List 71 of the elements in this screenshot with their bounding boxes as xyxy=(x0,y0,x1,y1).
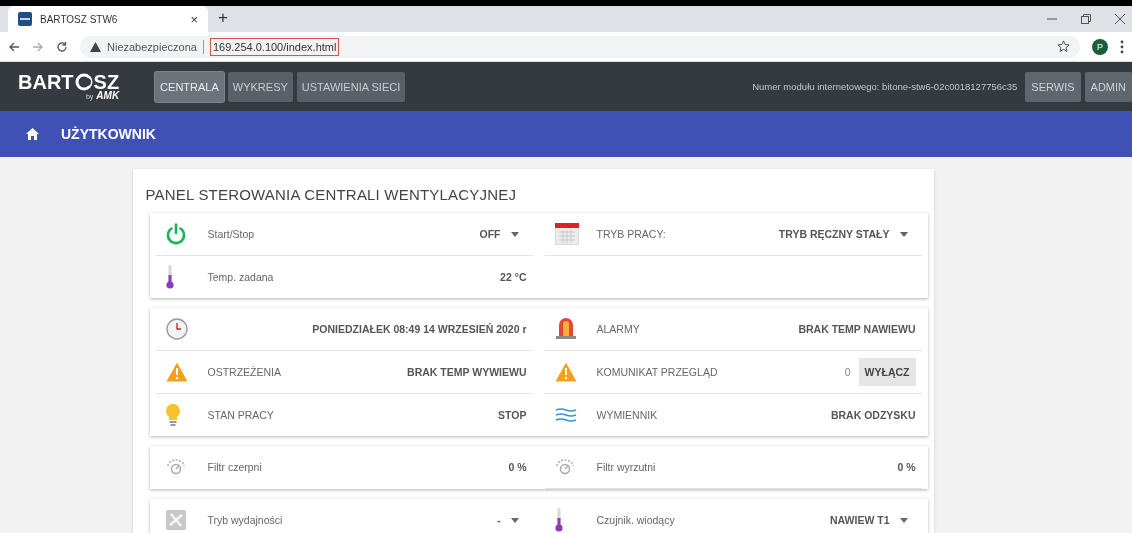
tab-close-button[interactable]: × xyxy=(190,11,198,27)
field-label: Start/Stop xyxy=(207,228,255,240)
filter-icon xyxy=(165,459,186,475)
field-label: Filtr wyrzutni xyxy=(596,461,656,473)
value-text: 0 % xyxy=(897,461,916,473)
more-icon[interactable] xyxy=(1120,39,1124,54)
field-label: Filtr czerpni xyxy=(207,461,262,473)
power-icon xyxy=(165,223,186,245)
thermometer-icon xyxy=(165,265,174,289)
security-label: Niezabezpieczona xyxy=(107,40,197,53)
value-text: BRAK ODZYSKU xyxy=(830,409,916,421)
thermometer-icon xyxy=(554,508,563,532)
counter-text: 0 xyxy=(844,366,851,378)
value-text: PONIEDZIAŁEK 08:49 14 WRZESIEŃ 2020 r xyxy=(312,323,527,335)
back-icon[interactable] xyxy=(8,40,20,53)
field-label: OSTRZEŻENIA xyxy=(207,366,281,378)
field-label: Temp. zadana xyxy=(207,271,274,283)
value-text: 0 % xyxy=(508,461,527,473)
value-text: BRAK TEMP WYWIEWU xyxy=(407,366,527,378)
nav-tab[interactable]: CENTRALA xyxy=(155,71,224,102)
panel-title: PANEL STEROWANIA CENTRALI WENTYLACYJNEJ xyxy=(144,185,518,203)
field-label: STAN PRACY xyxy=(207,409,274,421)
favicon-icon xyxy=(18,12,32,26)
value-dropdown[interactable]: OFF xyxy=(479,228,527,240)
logo-text: SZ xyxy=(93,72,120,92)
field-label: WYMIENNIK xyxy=(596,409,658,421)
value-dropdown[interactable]: - xyxy=(497,514,527,526)
value-dropdown[interactable]: NAWIEW T1 xyxy=(830,514,916,526)
caret-icon xyxy=(899,517,908,523)
warning-icon xyxy=(554,362,577,382)
alarm-light-icon xyxy=(554,318,577,340)
tab-title: BARTOSZ STW6 xyxy=(40,13,119,25)
browser-tab[interactable]: BARTOSZ STW6 × xyxy=(8,6,208,32)
url-text: 169.254.0.100/index.html xyxy=(209,37,340,56)
turn-off-button[interactable]: WYŁĄCZ xyxy=(858,358,916,386)
swirl-logo-icon xyxy=(74,73,93,91)
value-dropdown[interactable]: TRYB RĘCZNY STAŁY xyxy=(778,228,916,240)
warning-icon xyxy=(165,362,188,382)
caret-icon xyxy=(510,231,519,237)
field-label: Czujnik. wiodący xyxy=(596,514,675,526)
nav-tab[interactable]: WYKRESY xyxy=(227,71,293,102)
new-tab-button[interactable]: + xyxy=(218,8,228,28)
field-label: ALARMY xyxy=(596,323,640,335)
close-icon[interactable] xyxy=(1114,13,1126,25)
reload-icon[interactable] xyxy=(56,40,68,53)
light-bulb-icon xyxy=(165,404,180,426)
caret-icon xyxy=(899,231,908,237)
address-bar[interactable]: Niezabezpieczona 169.254.0.100/index.html xyxy=(80,35,1080,58)
home-icon[interactable] xyxy=(26,128,39,140)
calendar-icon xyxy=(554,223,579,245)
nav-button[interactable]: SERWIS xyxy=(1025,71,1081,102)
star-icon[interactable] xyxy=(1057,40,1070,53)
restore-icon[interactable] xyxy=(1080,13,1092,25)
logo-text: BART xyxy=(18,72,74,92)
waves-icon xyxy=(554,408,577,422)
caret-icon xyxy=(510,517,519,523)
field-label: KOMUNIKAT PRZEGLĄD xyxy=(596,366,718,378)
nav-tab[interactable]: USTAWIENIA SIECI xyxy=(296,71,406,102)
clock-icon xyxy=(165,318,188,340)
brand-text: AMK xyxy=(96,90,120,101)
value-text: BRAK TEMP NAWIEWU xyxy=(798,323,916,335)
field-label: TRYB PRACY: xyxy=(596,228,666,240)
module-number-text: Numer modułu internetowego: bitone-stw6-02c0018127756c35 xyxy=(752,81,1018,92)
value-text: 22 °C xyxy=(500,271,527,283)
nav-button[interactable]: ADMIN xyxy=(1084,71,1132,102)
filter-icon xyxy=(554,459,575,475)
warning-icon xyxy=(90,41,101,52)
field-label: Tryb wydajności xyxy=(207,514,283,526)
profile-avatar[interactable]: P xyxy=(1092,38,1108,55)
value-text: STOP xyxy=(498,409,527,421)
page-title: UŻYTKOWNIK xyxy=(61,126,156,142)
